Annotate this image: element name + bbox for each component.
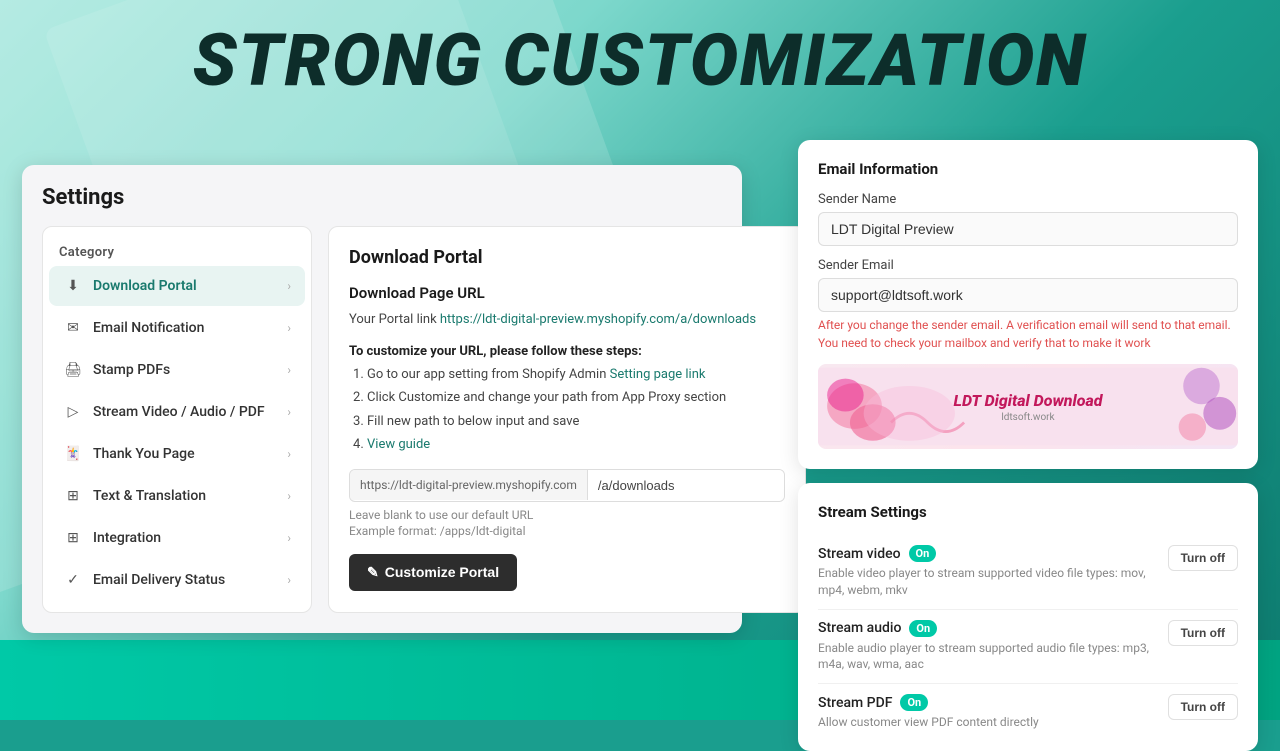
settings-panel: Settings Category ⬇ Download Portal › ✉ … xyxy=(22,165,742,633)
portal-link-url[interactable]: https://ldt-digital-preview.myshopify.co… xyxy=(440,312,756,327)
thank-you-page-icon: 🃏 xyxy=(63,444,83,464)
hint-text: Leave blank to use our default URL xyxy=(349,508,785,522)
example-text: Example format: /apps/ldt-digital xyxy=(349,524,785,538)
customize-portal-label: Customize Portal xyxy=(385,564,499,580)
url-prefix-label: https://ldt-digital-preview.myshopify.co… xyxy=(350,470,588,500)
stream-audio-info: Stream audio On Enable audio player to s… xyxy=(818,620,1156,674)
stream-pdf-badge: On xyxy=(900,694,928,711)
sidebar-item-stream-video[interactable]: ▷ Stream Video / Audio / PDF › xyxy=(49,392,305,432)
stream-video-turn-off-button[interactable]: Turn off xyxy=(1168,545,1238,571)
chevron-icon-email-delivery: › xyxy=(287,573,291,587)
url-path-input[interactable] xyxy=(588,470,784,501)
stream-audio-desc: Enable audio player to stream supported … xyxy=(818,640,1156,674)
step-3: Fill new path to below input and save xyxy=(367,412,785,432)
right-panels: Email Information Sender Name Sender Ema… xyxy=(798,140,1258,751)
setting-page-link[interactable]: Setting page link xyxy=(610,367,706,382)
stream-pdf-desc: Allow customer view PDF content directly xyxy=(818,714,1156,731)
stream-settings-panel: Stream Settings Stream video On Enable v… xyxy=(798,483,1258,751)
portal-link-row: Your Portal link https://ldt-digital-pre… xyxy=(349,310,785,330)
sidebar-item-stamp-pdfs[interactable]: 🖨 Stamp PDFs › xyxy=(49,350,305,390)
stream-pdf-name: Stream PDF On xyxy=(818,694,1156,711)
sidebar-item-email-delivery[interactable]: ✓ Email Delivery Status › xyxy=(49,560,305,600)
stream-video-info: Stream video On Enable video player to s… xyxy=(818,545,1156,599)
view-guide-link[interactable]: View guide xyxy=(367,437,430,452)
stream-video-desc: Enable video player to stream supported … xyxy=(818,565,1156,599)
sender-name-input[interactable] xyxy=(818,212,1238,246)
email-warning-text: After you change the sender email. A ver… xyxy=(818,316,1238,352)
stream-audio-badge: On xyxy=(909,620,937,637)
chevron-icon-email-notification: › xyxy=(287,321,291,335)
download-portal-icon: ⬇ xyxy=(63,276,83,296)
stream-video-name: Stream video On xyxy=(818,545,1156,562)
sidebar: Category ⬇ Download Portal › ✉ Email Not… xyxy=(42,226,312,613)
step-4: View guide xyxy=(367,435,785,455)
customize-portal-icon: ✎ xyxy=(367,564,379,581)
main-content-area: Download Portal Download Page URL Your P… xyxy=(328,226,806,613)
stream-settings-title: Stream Settings xyxy=(818,503,1238,521)
sidebar-label-integration: Integration xyxy=(93,530,161,546)
stream-video-badge: On xyxy=(909,545,937,562)
portal-link-prefix: Your Portal link xyxy=(349,312,440,327)
email-delivery-icon: ✓ xyxy=(63,570,83,590)
sidebar-item-download-portal[interactable]: ⬇ Download Portal › xyxy=(49,266,305,306)
sidebar-item-email-notification[interactable]: ✉ Email Notification › xyxy=(49,308,305,348)
content-title: Download Portal xyxy=(349,247,785,268)
sidebar-item-thank-you-page[interactable]: 🃏 Thank You Page › xyxy=(49,434,305,474)
stream-audio-row: Stream audio On Enable audio player to s… xyxy=(818,610,1238,685)
steps-list: Go to our app setting from Shopify Admin… xyxy=(349,365,785,455)
text-translation-icon: ⊞ xyxy=(63,486,83,506)
sender-email-input[interactable] xyxy=(818,278,1238,312)
sender-email-label: Sender Email xyxy=(818,258,1238,273)
chevron-icon-download-portal: › xyxy=(287,279,291,293)
preview-subtitle: ldtsoft.work xyxy=(954,412,1103,423)
section-heading: Download Page URL xyxy=(349,284,785,302)
stream-pdf-info: Stream PDF On Allow customer view PDF co… xyxy=(818,694,1156,731)
sender-name-label: Sender Name xyxy=(818,192,1238,207)
sidebar-item-integration[interactable]: ⊞ Integration › xyxy=(49,518,305,558)
url-input-wrapper: https://ldt-digital-preview.myshopify.co… xyxy=(349,469,785,502)
step-1: Go to our app setting from Shopify Admin… xyxy=(367,365,785,385)
hero-title: STRONG CUSTOMIZATION xyxy=(0,18,1280,103)
chevron-icon-stamp-pdfs: › xyxy=(287,363,291,377)
chevron-icon-text-translation: › xyxy=(287,489,291,503)
stream-pdf-row: Stream PDF On Allow customer view PDF co… xyxy=(818,684,1238,731)
chevron-icon-integration: › xyxy=(287,531,291,545)
sidebar-category-label: Category xyxy=(43,237,311,264)
sidebar-label-stream-video: Stream Video / Audio / PDF xyxy=(93,404,265,420)
stream-pdf-turn-off-button[interactable]: Turn off xyxy=(1168,694,1238,720)
stream-video-icon: ▷ xyxy=(63,402,83,422)
email-preview-image: LDT Digital Download ldtsoft.work xyxy=(818,364,1238,449)
sidebar-label-text-translation: Text & Translation xyxy=(93,488,206,504)
chevron-icon-stream-video: › xyxy=(287,405,291,419)
sidebar-item-text-translation[interactable]: ⊞ Text & Translation › xyxy=(49,476,305,516)
sidebar-label-stamp-pdfs: Stamp PDFs xyxy=(93,362,170,378)
customize-portal-button[interactable]: ✎ Customize Portal xyxy=(349,554,517,591)
email-notification-icon: ✉ xyxy=(63,318,83,338)
email-info-title: Email Information xyxy=(818,160,1238,178)
sender-email-group: Sender Email After you change the sender… xyxy=(818,258,1238,352)
sidebar-label-email-notification: Email Notification xyxy=(93,320,204,336)
preview-title: LDT Digital Download xyxy=(954,391,1103,410)
sender-name-group: Sender Name xyxy=(818,192,1238,246)
sidebar-label-thank-you-page: Thank You Page xyxy=(93,446,195,462)
step-2: Click Customize and change your path fro… xyxy=(367,388,785,408)
sidebar-label-email-delivery: Email Delivery Status xyxy=(93,572,225,588)
stamp-pdfs-icon: 🖨 xyxy=(63,360,83,380)
chevron-icon-thank-you-page: › xyxy=(287,447,291,461)
steps-bold: To customize your URL, please follow the… xyxy=(349,344,785,359)
stream-audio-turn-off-button[interactable]: Turn off xyxy=(1168,620,1238,646)
stream-video-row: Stream video On Enable video player to s… xyxy=(818,535,1238,610)
email-info-panel: Email Information Sender Name Sender Ema… xyxy=(798,140,1258,469)
stream-audio-name: Stream audio On xyxy=(818,620,1156,637)
settings-title: Settings xyxy=(42,185,722,210)
sidebar-label-download-portal: Download Portal xyxy=(93,278,197,294)
steps-box: To customize your URL, please follow the… xyxy=(349,344,785,455)
integration-icon: ⊞ xyxy=(63,528,83,548)
